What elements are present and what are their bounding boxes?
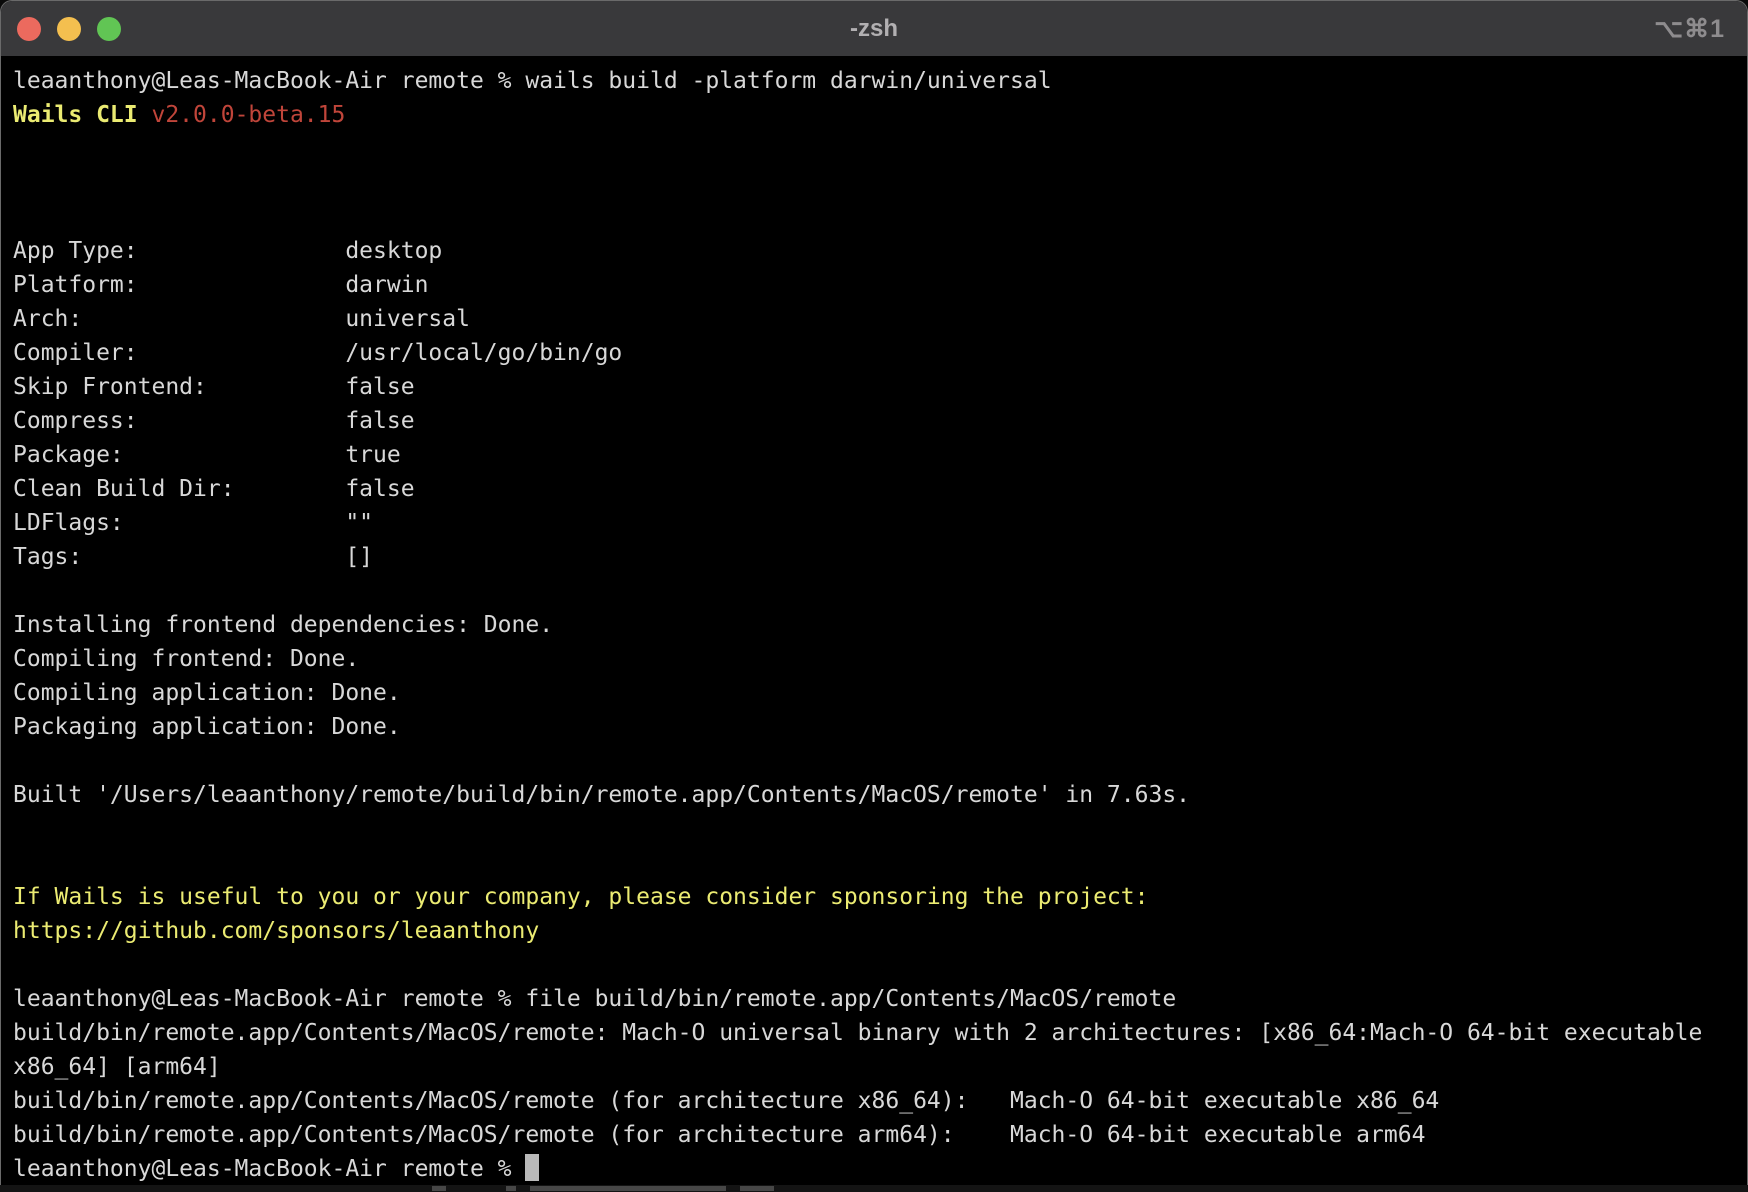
terminal-line [13,846,1747,880]
terminal-text: Compiling frontend: Done. [13,646,359,672]
terminal-text: Arch: universal [13,306,470,332]
terminal-line: leaanthony@Leas-MacBook-Air remote % [13,1152,1747,1185]
terminal-line: Tags: [] [13,540,1747,574]
terminal-text: Skip Frontend: false [13,374,415,400]
terminal-line: Arch: universal [13,302,1747,336]
terminal-window: -zsh ⌥⌘1 leaanthony@Leas-MacBook-Air rem… [0,0,1748,1185]
window-title: -zsh [1,1,1747,56]
close-button[interactable] [17,17,41,41]
terminal-text: build/bin/remote.app/Contents/MacOS/remo… [13,1122,1425,1148]
terminal-line: Skip Frontend: false [13,370,1747,404]
terminal-text: Platform: darwin [13,272,428,298]
terminal-text: leaanthony@Leas-MacBook-Air remote % fil… [13,986,1176,1012]
terminal-line [13,200,1747,234]
terminal-line: build/bin/remote.app/Contents/MacOS/remo… [13,1084,1747,1118]
terminal-text: build/bin/remote.app/Contents/MacOS/remo… [13,1020,1702,1046]
terminal-line [13,948,1747,982]
terminal-line: Compress: false [13,404,1747,438]
terminal-line: Packaging application: Done. [13,710,1747,744]
terminal-line [13,132,1747,166]
terminal-text: Compress: false [13,408,415,434]
terminal-text: build/bin/remote.app/Contents/MacOS/remo… [13,1088,1439,1114]
terminal-text: LDFlags: "" [13,510,373,536]
terminal-line: Wails CLI v2.0.0-beta.15 [13,98,1747,132]
background-window-fragment [740,1186,774,1191]
terminal-line: Compiling application: Done. [13,676,1747,710]
terminal-text: Wails CLI [13,102,151,128]
terminal-text: Built '/Users/leaanthony/remote/build/bi… [13,782,1190,808]
terminal-text: App Type: desktop [13,238,442,264]
terminal-text: v2.0.0-beta.15 [151,102,345,128]
terminal-text: Compiling application: Done. [13,680,401,706]
terminal-text: Clean Build Dir: false [13,476,415,502]
terminal-line [13,812,1747,846]
terminal-text: leaanthony@Leas-MacBook-Air remote % wai… [13,68,1052,94]
obscured-background-window [0,1185,1748,1192]
terminal-line: Compiler: /usr/local/go/bin/go [13,336,1747,370]
minimize-button[interactable] [57,17,81,41]
terminal-line: Clean Build Dir: false [13,472,1747,506]
traffic-lights [17,1,121,56]
terminal-line: Platform: darwin [13,268,1747,302]
background-window-fragment [530,1186,726,1191]
terminal-line: https://github.com/sponsors/leaanthony [13,914,1747,948]
window-shortcut-badge: ⌥⌘1 [1654,1,1725,56]
terminal-line: leaanthony@Leas-MacBook-Air remote % fil… [13,982,1747,1016]
terminal-line [13,166,1747,200]
terminal-line: leaanthony@Leas-MacBook-Air remote % wai… [13,64,1747,98]
terminal-text: Tags: [] [13,544,373,570]
terminal-line: build/bin/remote.app/Contents/MacOS/remo… [13,1016,1747,1050]
terminal-text: Package: true [13,442,401,468]
sponsor-url[interactable]: https://github.com/sponsors/leaanthony [13,918,539,944]
background-window-fragment [506,1186,516,1191]
terminal-line: App Type: desktop [13,234,1747,268]
zoom-button[interactable] [97,17,121,41]
terminal-line: LDFlags: "" [13,506,1747,540]
terminal-line: build/bin/remote.app/Contents/MacOS/remo… [13,1118,1747,1152]
terminal-output[interactable]: leaanthony@Leas-MacBook-Air remote % wai… [1,56,1747,1185]
terminal-text: Installing frontend dependencies: Done. [13,612,553,638]
terminal-text: leaanthony@Leas-MacBook-Air remote % [13,1156,525,1182]
background-window-fragment [432,1186,446,1191]
terminal-text: Packaging application: Done. [13,714,401,740]
text-cursor [525,1154,539,1181]
terminal-line: Installing frontend dependencies: Done. [13,608,1747,642]
terminal-line: Built '/Users/leaanthony/remote/build/bi… [13,778,1747,812]
terminal-line: x86_64] [arm64] [13,1050,1747,1084]
terminal-text: Compiler: /usr/local/go/bin/go [13,340,622,366]
terminal-line: Package: true [13,438,1747,472]
terminal-line: If Wails is useful to you or your compan… [13,880,1747,914]
titlebar[interactable]: -zsh ⌥⌘1 [1,1,1747,56]
terminal-line [13,744,1747,778]
terminal-line [13,574,1747,608]
terminal-text: x86_64] [arm64] [13,1054,221,1080]
terminal-text: If Wails is useful to you or your compan… [13,884,1148,910]
terminal-line: Compiling frontend: Done. [13,642,1747,676]
